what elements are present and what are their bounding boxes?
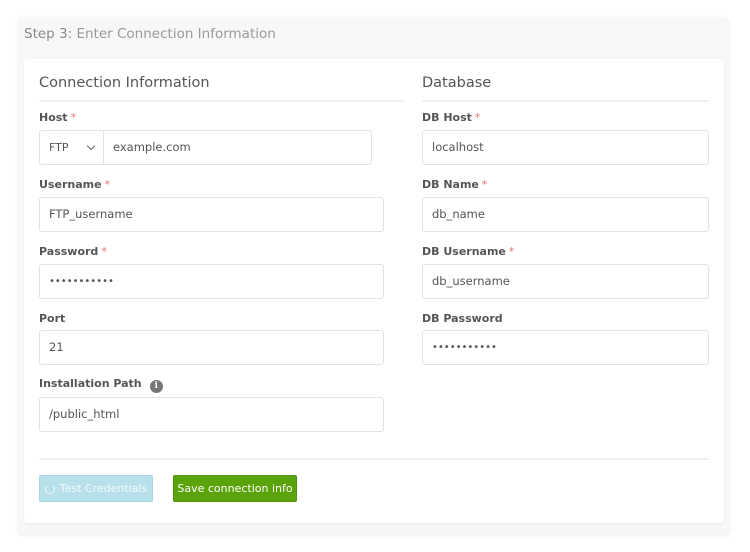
required-asterisk: * <box>70 111 77 124</box>
port-label: Port <box>39 312 66 325</box>
db-host-input[interactable]: localhost <box>422 130 709 165</box>
required-asterisk: * <box>481 178 488 191</box>
info-icon[interactable]: i <box>149 380 163 393</box>
password-label: Password * <box>39 245 107 258</box>
connection-section-title: Connection Information <box>39 75 210 91</box>
test-credentials-label: Test Credentials <box>59 482 148 495</box>
test-credentials-button[interactable]: Test Credentials <box>39 475 153 502</box>
chevron-down-icon <box>86 141 96 151</box>
step-card: Step 3: Enter Connection Information Con… <box>18 17 730 535</box>
spinner-icon <box>44 483 55 494</box>
required-asterisk: * <box>474 111 481 124</box>
installation-path-input[interactable]: /public_html <box>39 397 384 432</box>
db-password-input[interactable]: ••••••••••• <box>422 330 709 365</box>
required-asterisk: * <box>104 178 111 191</box>
username-input[interactable]: FTP_username <box>39 197 384 232</box>
required-asterisk: * <box>508 245 515 258</box>
password-input[interactable]: ••••••••••• <box>39 264 384 299</box>
db-name-input[interactable]: db_name <box>422 197 709 232</box>
db-password-label: DB Password <box>422 312 503 325</box>
db-username-input[interactable]: db_username <box>422 264 709 299</box>
required-asterisk: * <box>101 245 107 258</box>
step-number: Step 3: <box>24 26 73 42</box>
section-divider <box>39 100 404 102</box>
database-section-title: Database <box>422 75 492 91</box>
step-title: Step 3: Enter Connection Information <box>24 26 276 42</box>
host-input-group: FTP example.com <box>39 130 372 165</box>
footer-divider <box>39 458 709 460</box>
save-connection-button[interactable]: Save connection info <box>173 475 297 502</box>
step-title-text: Enter Connection Information <box>76 26 276 42</box>
username-label: Username * <box>39 178 111 191</box>
connection-form-panel: Connection Information Host * FTP example… <box>24 59 724 523</box>
host-input[interactable]: example.com <box>104 131 371 164</box>
installation-path-label: Installation Path i <box>39 377 163 393</box>
db-name-label: DB Name * <box>422 178 488 191</box>
host-label: Host * <box>39 111 77 124</box>
db-host-label: DB Host * <box>422 111 481 124</box>
db-username-label: DB Username * <box>422 245 515 258</box>
protocol-value: FTP <box>49 141 69 154</box>
protocol-select[interactable]: FTP <box>40 131 104 164</box>
port-input[interactable]: 21 <box>39 330 384 365</box>
section-divider <box>422 100 709 102</box>
